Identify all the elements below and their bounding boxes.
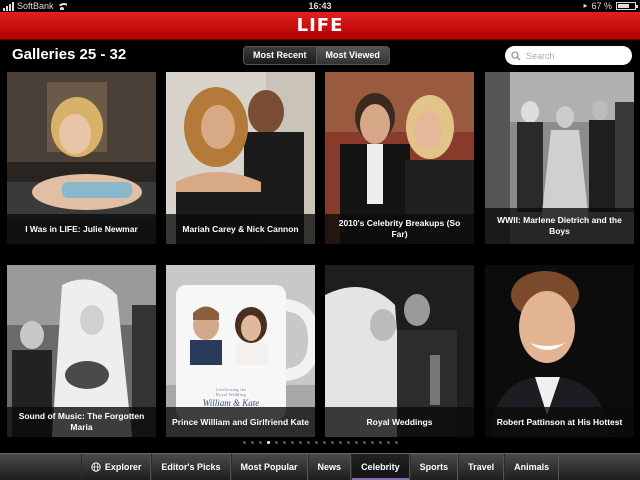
- battery-percent: 67 %: [591, 1, 612, 11]
- page-dot[interactable]: [322, 441, 326, 444]
- page-dot[interactable]: [354, 441, 358, 444]
- gallery-tile-royal-weddings[interactable]: Royal Weddings: [325, 265, 474, 437]
- gallery-header: Galleries 25 - 32 Most Recent Most Viewe…: [0, 41, 640, 71]
- page-dot[interactable]: [274, 441, 278, 444]
- page-dot[interactable]: [266, 441, 270, 444]
- tab-celebrity[interactable]: Celebrity: [351, 454, 410, 480]
- app-title-bar: LIFE: [0, 12, 640, 40]
- page-dot[interactable]: [338, 441, 342, 444]
- gallery-caption: Royal Weddings: [325, 407, 474, 437]
- page-dot[interactable]: [378, 441, 382, 444]
- gallery-caption: Robert Pattinson at His Hottest: [485, 407, 634, 437]
- rotation-lock-icon: ▸: [583, 1, 588, 10]
- status-bar: SoftBank 16:43 ▸ 67 %: [0, 0, 640, 12]
- clock: 16:43: [308, 1, 332, 11]
- gallery-photo: [485, 72, 634, 244]
- gallery-tile-celebrity-breakups[interactable]: [325, 72, 474, 244]
- status-right: ▸ 67 %: [583, 0, 638, 12]
- sort-segmented-control: Most Recent Most Viewed: [243, 46, 390, 65]
- tab-animals[interactable]: Animals: [504, 454, 560, 480]
- page-title: Galleries 25 - 32: [12, 46, 127, 63]
- gallery-tile-sound-of-music[interactable]: Sound of Music: The Forgotten Maria: [7, 265, 156, 437]
- gallery-caption: Sound of Music: The Forgotten Maria: [7, 407, 156, 437]
- gallery-photo: [166, 72, 315, 244]
- category-tab-bar: Explorer Editor's Picks Most Popular New…: [0, 453, 640, 480]
- gallery-tile-mariah-carey[interactable]: [166, 72, 315, 244]
- mug-text-line2: Royal Wedding: [215, 392, 247, 397]
- tab-editors-picks[interactable]: Editor's Picks: [151, 454, 231, 480]
- gallery-tile-prince-william[interactable]: Celebrating the Royal Wedding William & …: [166, 265, 315, 437]
- page-dot[interactable]: [362, 441, 366, 444]
- search-box[interactable]: [505, 46, 632, 65]
- page-dot[interactable]: [330, 441, 334, 444]
- tab-label: Explorer: [104, 462, 142, 472]
- gallery-caption: Prince William and Girlfriend Kate: [166, 407, 315, 437]
- globe-icon: [91, 462, 101, 472]
- gallery-tile-marlene-dietrich[interactable]: [485, 72, 634, 244]
- tab-most-popular[interactable]: Most Popular: [230, 454, 308, 480]
- search-icon: [511, 50, 521, 61]
- page-dot[interactable]: [282, 441, 286, 444]
- page-dot[interactable]: [298, 441, 302, 444]
- page-dot[interactable]: [314, 441, 318, 444]
- tab-news[interactable]: News: [307, 454, 352, 480]
- gallery-tile-julie-newmar[interactable]: [7, 72, 156, 244]
- tab-explorer[interactable]: Explorer: [80, 454, 152, 480]
- page-dot[interactable]: [386, 441, 390, 444]
- search-input[interactable]: [526, 50, 626, 61]
- page-dot[interactable]: [394, 441, 398, 444]
- tab-travel[interactable]: Travel: [458, 454, 505, 480]
- page-dot[interactable]: [306, 441, 310, 444]
- page-dot[interactable]: [258, 441, 262, 444]
- page-dot[interactable]: [370, 441, 374, 444]
- gallery-tile-robert-pattinson[interactable]: Robert Pattinson at His Hottest: [485, 265, 634, 437]
- life-logo: LIFE: [296, 15, 344, 36]
- page-indicator[interactable]: [0, 441, 640, 444]
- battery-icon: [616, 2, 638, 10]
- gallery-photo: [7, 72, 156, 244]
- page-dot[interactable]: [242, 441, 246, 444]
- page-dot[interactable]: [346, 441, 350, 444]
- page-dot[interactable]: [250, 441, 254, 444]
- gallery-photo: [325, 72, 474, 244]
- page-dot[interactable]: [290, 441, 294, 444]
- segment-most-recent[interactable]: Most Recent: [244, 47, 316, 64]
- tab-sports[interactable]: Sports: [409, 454, 459, 480]
- segment-most-viewed[interactable]: Most Viewed: [315, 47, 389, 64]
